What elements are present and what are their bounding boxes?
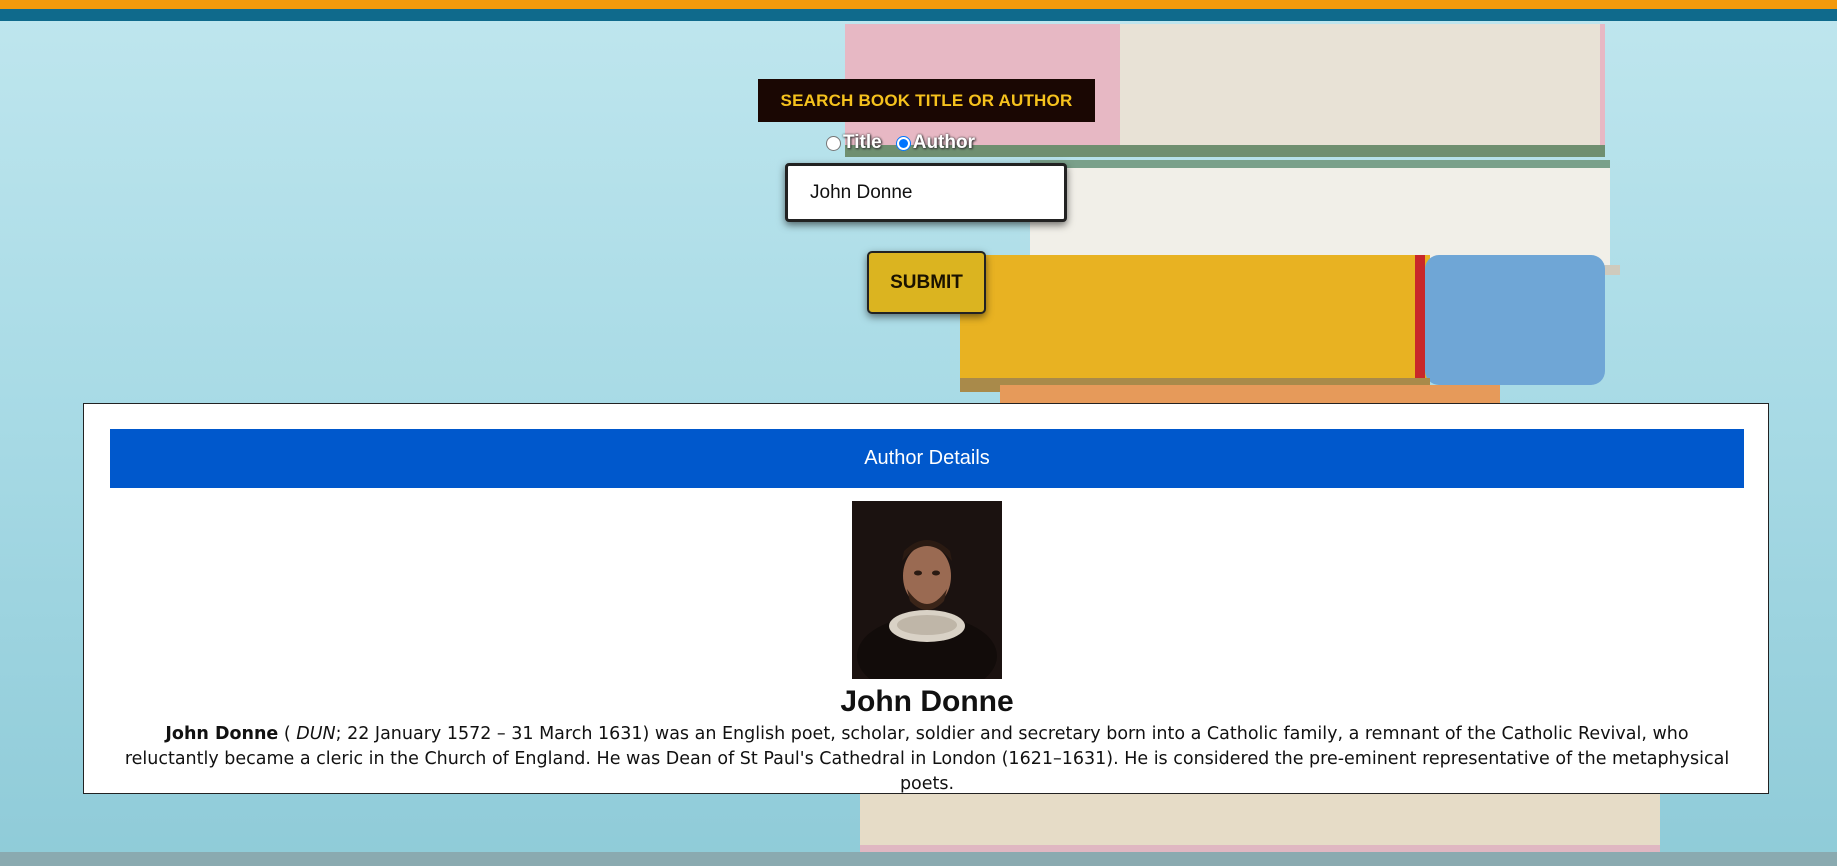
submit-button[interactable]: SUBMIT	[867, 251, 986, 314]
author-details-card: Author Details John Donne John Donne ( D…	[83, 403, 1769, 794]
author-radio[interactable]	[895, 135, 911, 151]
author-name-heading: John Donne	[840, 685, 1014, 718]
bio-pronunciation: DUN	[296, 724, 336, 744]
author-bio: John Donne ( DUN; 22 January 1572 – 31 M…	[124, 722, 1730, 797]
page: SEARCH BOOK TITLE OR AUTHOR Title Author…	[0, 0, 1837, 866]
search-type-radio-group: Title Author	[826, 131, 975, 155]
bio-author-name: John Donne	[165, 724, 279, 744]
search-heading: SEARCH BOOK TITLE OR AUTHOR	[758, 79, 1095, 122]
radio-option-title[interactable]: Title	[826, 132, 882, 154]
bio-text: ; 22 January 1572 – 31 March 1631) was a…	[124, 724, 1730, 794]
author-details-header: Author Details	[110, 429, 1744, 488]
top-orange-stripe	[0, 0, 1837, 9]
top-blue-bar	[0, 9, 1837, 21]
search-input[interactable]	[785, 163, 1067, 222]
author-portrait-image	[852, 501, 1002, 679]
title-radio-label: Title	[843, 132, 882, 153]
author-radio-label: Author	[912, 132, 975, 153]
radio-option-author[interactable]: Author	[895, 132, 975, 154]
title-radio[interactable]	[826, 135, 841, 151]
bio-open-paren: (	[278, 724, 297, 744]
